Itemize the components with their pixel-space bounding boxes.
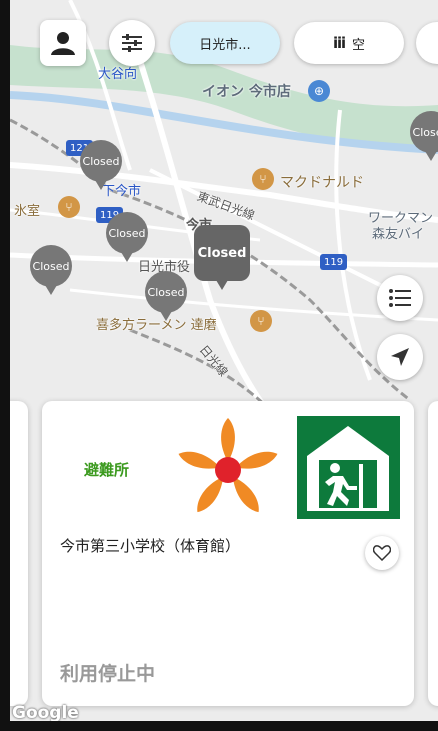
route-shield-119: 119 <box>320 254 348 270</box>
restaurant-icon: ⑂ <box>250 310 272 332</box>
list-icon <box>389 289 411 307</box>
next-card[interactable] <box>428 401 438 706</box>
list-view-button[interactable] <box>377 275 423 321</box>
person-icon <box>51 32 75 55</box>
map-label-morotomo: 森友バイ <box>372 227 425 242</box>
selected-closed-pin[interactable]: Closed <box>194 225 250 290</box>
sliders-icon <box>122 34 142 52</box>
emergency-exit-sign-icon <box>297 416 400 519</box>
closed-pin[interactable]: Closed <box>30 245 72 295</box>
heart-icon <box>373 545 391 561</box>
location-filter-label: 日光市... <box>199 37 251 53</box>
app-screen: 大谷向 イオン 今市店 ⊕ マクドナルド ⑂ 下今市 氷室 ⑂ 東武日光線 今市… <box>0 0 438 731</box>
vacancy-filter-label: 空 <box>352 37 366 53</box>
selected-pin-label: Closed <box>197 245 247 261</box>
map-label-mcdonalds: マクドナルド <box>280 175 364 191</box>
people-icon: ⅲ <box>332 34 347 52</box>
map-label-himuro: 氷室 <box>14 204 41 219</box>
map-label-ramen: 喜多方ラーメン 達磨 <box>96 318 217 333</box>
status-label: 利用停止中 <box>60 663 156 685</box>
closed-pin-label: Closed <box>32 259 70 273</box>
navigation-arrow-icon <box>391 348 409 366</box>
shopping-icon: ⊕ <box>308 80 330 102</box>
facility-card[interactable]: 避難所 今市第三小学校（体育館） 利用停止中 <box>42 401 414 706</box>
category-label: 避難所 <box>84 461 130 479</box>
closed-pin[interactable]: Closed <box>80 140 122 190</box>
filter-button[interactable] <box>109 20 155 66</box>
google-attribution: Google <box>12 703 79 723</box>
device-bezel-bottom <box>0 721 438 731</box>
account-button[interactable] <box>40 20 86 66</box>
map-label-aeon: イオン 今市店 <box>202 84 291 100</box>
closed-pin-label: Closed <box>108 226 146 240</box>
closed-pin[interactable]: Closed <box>145 271 187 321</box>
closed-pin-label: Closed <box>147 285 185 299</box>
vacancy-filter-pill[interactable]: ⅲ 空 <box>294 22 404 64</box>
closed-pin-label: Closed <box>82 154 120 168</box>
restaurant-icon: ⑂ <box>252 168 274 190</box>
location-filter-pill[interactable]: 日光市... <box>170 22 280 64</box>
restaurant-icon: ⑂ <box>58 196 80 218</box>
map-label-shimoimaichi: 下今市 <box>102 184 142 199</box>
current-location-button[interactable] <box>377 334 423 380</box>
closed-pin-label: Closed <box>412 125 438 139</box>
closed-pin[interactable]: Closed <box>106 212 148 262</box>
evacuation-emblem-icon <box>178 418 278 513</box>
favorite-button[interactable] <box>365 536 399 570</box>
device-bezel-left <box>0 0 10 731</box>
facility-name: 今市第三小学校（体育館） <box>60 537 241 555</box>
